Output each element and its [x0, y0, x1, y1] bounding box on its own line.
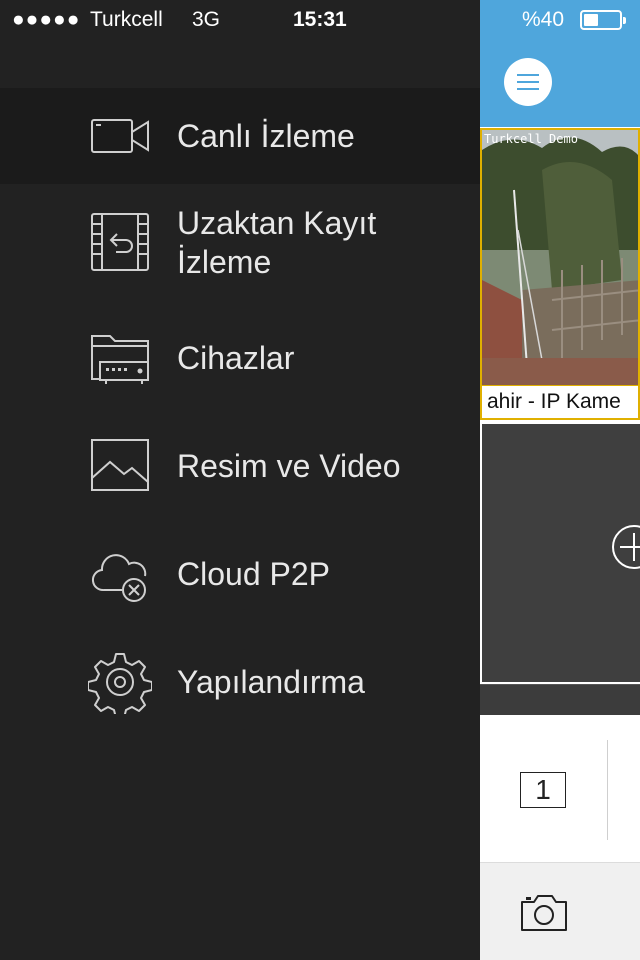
camera-name-label: ahir - IP Kame [482, 385, 638, 418]
camera-icon[interactable] [520, 892, 568, 932]
menu-item-label-line2: İzleme [177, 244, 272, 280]
menu-item-label: Cloud P2P [177, 556, 330, 592]
menu-item-devices[interactable]: Cihazlar [0, 304, 480, 412]
menu-item-label: Yapılandırma [177, 664, 365, 700]
network-type: 3G [192, 8, 221, 31]
carrier-name: Turkcell [90, 8, 163, 31]
menu-item-configuration[interactable]: Yapılandırma [0, 628, 480, 736]
gallery-icon [91, 439, 149, 491]
camera-overlay-text: Turkcell Demo [484, 132, 578, 146]
side-menu: Canlı İzleme Uzaktan Kayıt İzleme Cihazl… [0, 88, 480, 736]
menu-item-label: Canlı İzleme [177, 118, 355, 154]
camera-feed-image [482, 130, 638, 390]
menu-item-live-view[interactable]: Canlı İzleme [0, 88, 480, 184]
clock: 15:31 [293, 8, 347, 31]
menu-item-remote-playback[interactable]: Uzaktan Kayıt İzleme [0, 184, 480, 304]
divider [607, 740, 608, 840]
live-view-panel: Turkcell Demo ahir - IP Kame 1 [480, 0, 640, 960]
devices-icon [91, 335, 149, 384]
menu-item-label: Resim ve Video [177, 448, 401, 484]
battery-icon [580, 10, 626, 30]
cloud-offline-icon [92, 554, 147, 602]
battery-percent: %40 [522, 8, 565, 31]
gear-icon [88, 653, 152, 714]
signal-strength: ●●●●● [12, 8, 81, 31]
menu-item-cloud-p2p[interactable]: Cloud P2P [0, 520, 480, 628]
status-bar: ●●●●● Turkcell 3G 15:31 %40 [0, 0, 640, 40]
camera-tile[interactable]: Turkcell Demo ahir - IP Kame [480, 128, 640, 420]
control-strip [480, 684, 640, 715]
menu-item-pictures-videos[interactable]: Resim ve Video [0, 412, 480, 520]
menu-item-label: Cihazlar [177, 340, 295, 376]
menu-toggle-button[interactable] [504, 58, 552, 106]
video-camera-icon [91, 119, 149, 153]
menu-item-label-line1: Uzaktan Kayıt [177, 205, 377, 241]
playback-icon [91, 213, 149, 271]
single-view-layout-button[interactable]: 1 [520, 772, 566, 808]
